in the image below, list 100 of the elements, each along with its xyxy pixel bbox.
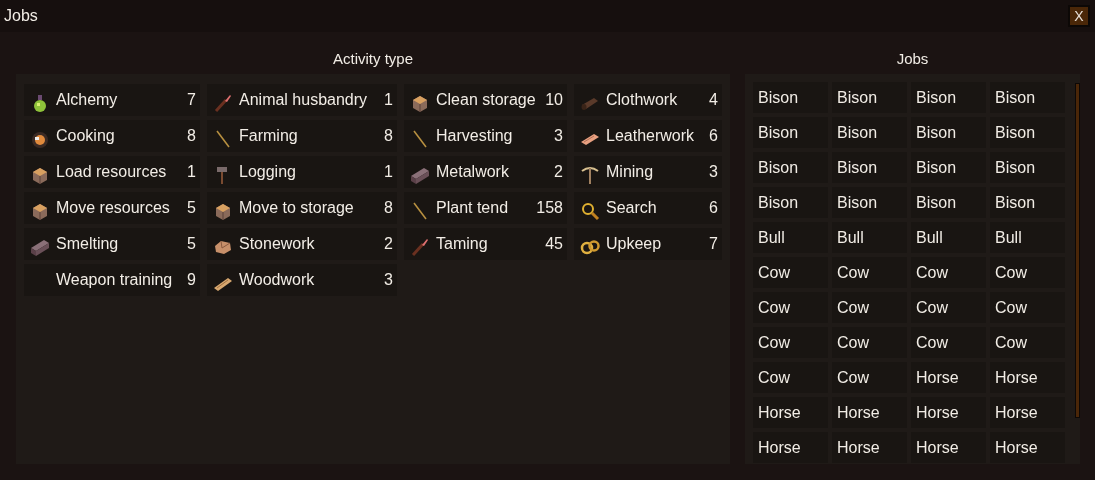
panel-heading: Jobs bbox=[896, 48, 929, 69]
job-item[interactable]: Bison bbox=[911, 187, 986, 218]
activity-item[interactable]: Metalwork 2 bbox=[404, 156, 567, 188]
activity-item[interactable]: Smelting 5 bbox=[24, 228, 200, 260]
activity-item[interactable]: Cooking 8 bbox=[24, 120, 200, 152]
job-item[interactable]: Horse bbox=[832, 397, 907, 428]
scrollbar[interactable] bbox=[1075, 83, 1080, 418]
activity-item[interactable]: Move resources 5 bbox=[24, 192, 200, 224]
job-item[interactable]: Bison bbox=[911, 117, 986, 148]
activity-item[interactable]: Farming 8 bbox=[207, 120, 397, 152]
activity-item[interactable]: Move to storage 8 bbox=[207, 192, 397, 224]
activity-item[interactable]: Mining 3 bbox=[574, 156, 722, 188]
job-item[interactable]: Bison bbox=[753, 117, 828, 148]
activity-name: Animal husbandry bbox=[239, 90, 368, 110]
activity-name: Smelting bbox=[56, 234, 119, 254]
activity-item[interactable]: Upkeep 7 bbox=[574, 228, 722, 260]
job-item[interactable]: Bison bbox=[832, 187, 907, 218]
activity-count: 2 bbox=[553, 162, 563, 182]
job-item[interactable]: Bull bbox=[990, 222, 1065, 253]
activity-name: Harvesting bbox=[436, 126, 513, 146]
activity-item[interactable]: Animal husbandry 1 bbox=[207, 84, 397, 116]
stick-icon bbox=[213, 128, 233, 149]
job-item[interactable]: Bull bbox=[753, 222, 828, 253]
activity-item[interactable]: Load resources 1 bbox=[24, 156, 200, 188]
activity-count: 6 bbox=[708, 198, 718, 218]
job-item[interactable]: Bison bbox=[990, 187, 1065, 218]
brush-icon bbox=[410, 236, 430, 257]
job-item[interactable]: Cow bbox=[832, 292, 907, 323]
activity-count: 5 bbox=[186, 198, 196, 218]
job-item[interactable]: Cow bbox=[990, 257, 1065, 288]
activity-count: 4 bbox=[708, 90, 718, 110]
job-item[interactable]: Cow bbox=[753, 327, 828, 358]
activity-item[interactable]: Taming 45 bbox=[404, 228, 567, 260]
activity-name: Mining bbox=[606, 162, 654, 182]
activity-item[interactable]: Weapon training 9 bbox=[24, 264, 200, 296]
activity-count: 6 bbox=[708, 126, 718, 146]
activity-item[interactable]: Search 6 bbox=[574, 192, 722, 224]
activity-count: 45 bbox=[544, 234, 563, 254]
job-item[interactable]: Bull bbox=[911, 222, 986, 253]
job-item[interactable]: Bison bbox=[990, 152, 1065, 183]
job-item[interactable]: Bison bbox=[753, 152, 828, 183]
activity-item[interactable]: Clothwork 4 bbox=[574, 84, 722, 116]
job-item[interactable]: Horse bbox=[990, 397, 1065, 428]
activity-name: Clothwork bbox=[606, 90, 678, 110]
job-item[interactable]: Horse bbox=[911, 362, 986, 393]
job-item[interactable]: Bison bbox=[990, 117, 1065, 148]
job-item[interactable]: Cow bbox=[911, 327, 986, 358]
job-item[interactable]: Horse bbox=[911, 397, 986, 428]
job-item[interactable]: Cow bbox=[753, 292, 828, 323]
activity-name: Alchemy bbox=[56, 90, 118, 110]
job-item[interactable]: Horse bbox=[832, 432, 907, 463]
job-item[interactable]: Bison bbox=[911, 152, 986, 183]
activity-name: Load resources bbox=[56, 162, 167, 182]
activity-count: 7 bbox=[708, 234, 718, 254]
activity-item[interactable]: Logging 1 bbox=[207, 156, 397, 188]
job-item[interactable]: Cow bbox=[832, 362, 907, 393]
job-item[interactable]: Cow bbox=[990, 292, 1065, 323]
activity-item[interactable]: Stonework 2 bbox=[207, 228, 397, 260]
activity-count: 1 bbox=[383, 162, 393, 182]
job-item[interactable]: Cow bbox=[832, 327, 907, 358]
stick-icon bbox=[410, 128, 430, 149]
activity-name: Upkeep bbox=[606, 234, 662, 254]
panel-heading: Activity type bbox=[333, 48, 413, 69]
job-item[interactable]: Bison bbox=[990, 82, 1065, 113]
job-item[interactable]: Cow bbox=[911, 292, 986, 323]
activity-count: 8 bbox=[383, 198, 393, 218]
activity-item[interactable]: Plant tend 158 bbox=[404, 192, 567, 224]
close-button[interactable]: X bbox=[1068, 5, 1090, 27]
job-item[interactable]: Bison bbox=[753, 82, 828, 113]
activity-item[interactable]: Alchemy 7 bbox=[24, 84, 200, 116]
activity-count: 2 bbox=[383, 234, 393, 254]
activity-name: Taming bbox=[436, 234, 488, 254]
activity-count: 1 bbox=[186, 162, 196, 182]
activity-item[interactable]: Harvesting 3 bbox=[404, 120, 567, 152]
job-item[interactable]: Horse bbox=[753, 397, 828, 428]
job-item[interactable]: Horse bbox=[753, 432, 828, 463]
job-item[interactable]: Bison bbox=[832, 82, 907, 113]
activity-name: Move resources bbox=[56, 198, 170, 218]
activity-name: Clean storage bbox=[436, 90, 536, 110]
activity-name: Weapon training bbox=[56, 270, 173, 290]
job-item[interactable]: Bison bbox=[832, 117, 907, 148]
job-item[interactable]: Bull bbox=[832, 222, 907, 253]
job-item[interactable]: Horse bbox=[990, 432, 1065, 463]
job-item[interactable]: Horse bbox=[990, 362, 1065, 393]
activity-count: 9 bbox=[186, 270, 196, 290]
job-item[interactable]: Bison bbox=[832, 152, 907, 183]
job-item[interactable]: Cow bbox=[753, 257, 828, 288]
activity-item[interactable]: Woodwork 3 bbox=[207, 264, 397, 296]
activity-count: 158 bbox=[535, 198, 563, 218]
activity-name: Move to storage bbox=[239, 198, 354, 218]
job-item[interactable]: Bison bbox=[753, 187, 828, 218]
activity-item[interactable]: Clean storage 10 bbox=[404, 84, 567, 116]
job-item[interactable]: Cow bbox=[832, 257, 907, 288]
job-item[interactable]: Bison bbox=[911, 82, 986, 113]
job-item[interactable]: Cow bbox=[990, 327, 1065, 358]
job-item[interactable]: Cow bbox=[911, 257, 986, 288]
activity-name: Leatherwork bbox=[606, 126, 695, 146]
job-item[interactable]: Cow bbox=[753, 362, 828, 393]
job-item[interactable]: Horse bbox=[911, 432, 986, 463]
activity-item[interactable]: Leatherwork 6 bbox=[574, 120, 722, 152]
